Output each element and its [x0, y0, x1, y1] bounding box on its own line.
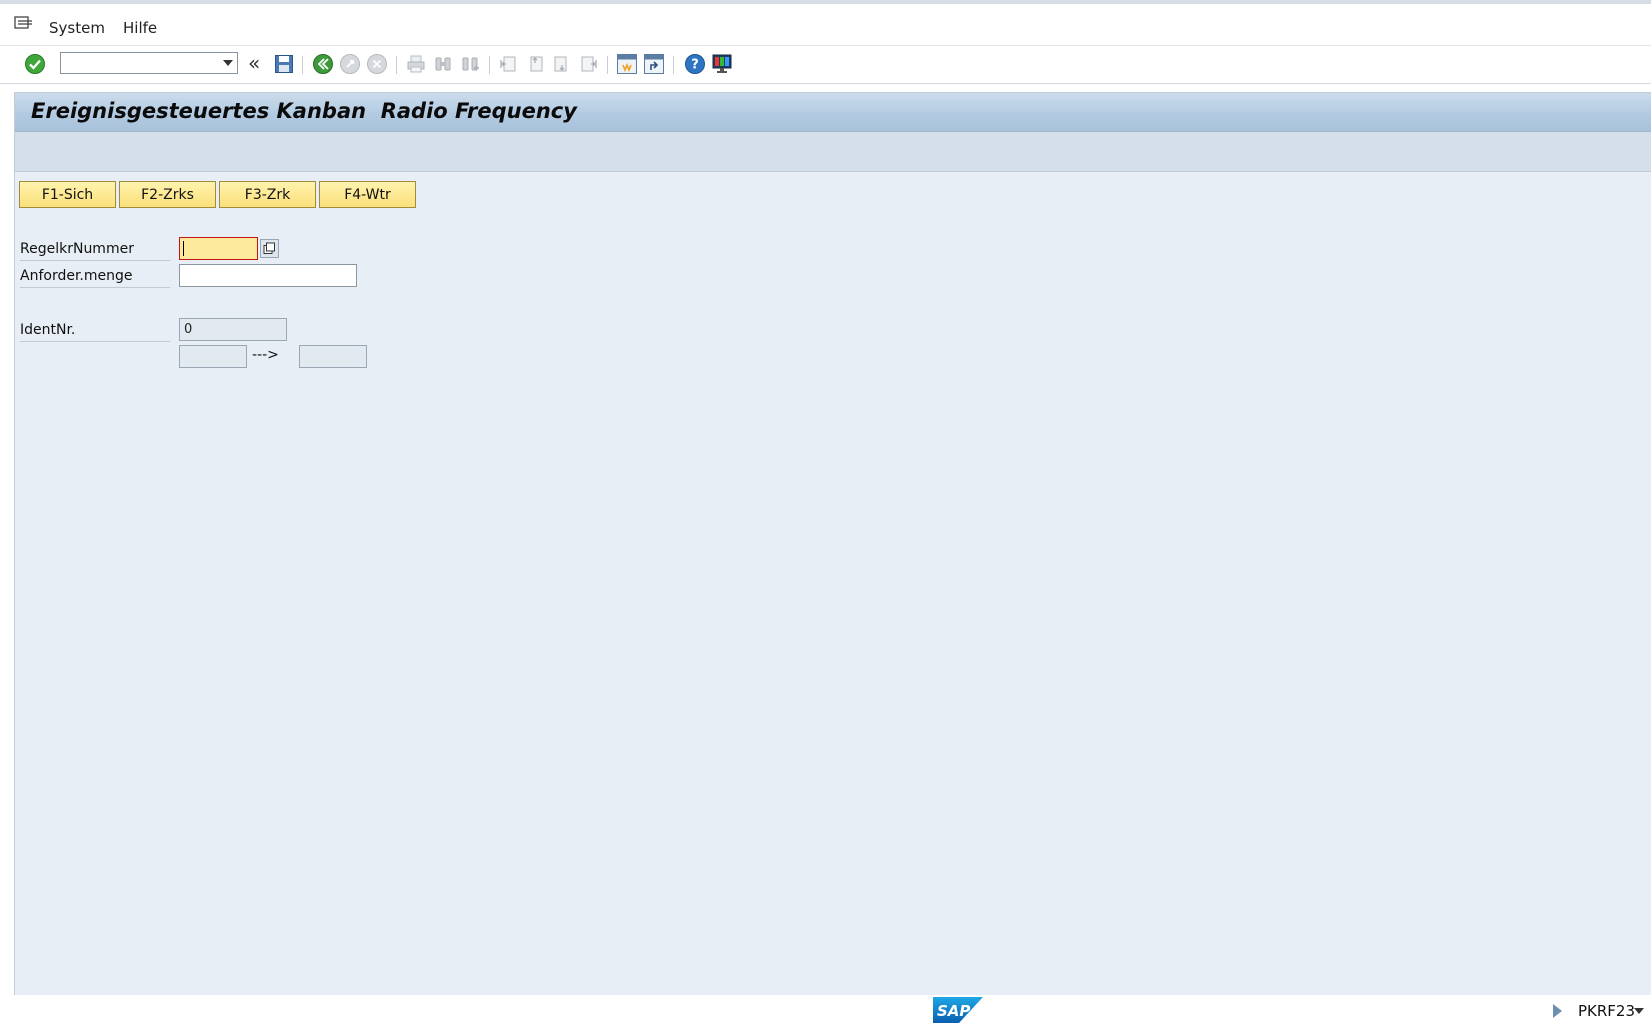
anforder-menge-label: Anforder.menge — [20, 264, 170, 288]
transaction-code: PKRF23 — [1578, 1002, 1636, 1020]
value-help-icon — [263, 242, 275, 254]
customize-layout-icon[interactable] — [710, 52, 734, 76]
chevron-down-icon[interactable] — [1634, 1008, 1644, 1014]
status-expand-icon[interactable] — [1553, 1004, 1562, 1018]
ident-nr-label: IdentNr. — [20, 318, 170, 342]
double-chevron-left-icon[interactable]: « — [248, 52, 260, 74]
anforder-menge-input[interactable] — [179, 264, 357, 287]
menu-bar: System Hilfe — [0, 4, 1651, 46]
toolbar-separator — [489, 56, 490, 74]
toolbar-separator — [607, 56, 608, 74]
previous-page-icon[interactable] — [523, 52, 547, 76]
print-icon[interactable] — [404, 52, 428, 76]
command-field[interactable] — [60, 52, 238, 74]
save-icon[interactable] — [272, 52, 296, 76]
command-field-input[interactable] — [64, 54, 218, 74]
svg-text:?: ? — [691, 58, 699, 73]
range-from-field — [179, 345, 247, 368]
f3-zrk-button[interactable]: F3-Zrk — [219, 181, 316, 208]
text-caret — [183, 241, 184, 256]
f4-wtr-button[interactable]: F4-Wtr — [319, 181, 416, 208]
f2-zrks-button[interactable]: F2-Zrks — [119, 181, 216, 208]
f1-sich-button[interactable]: F1-Sich — [19, 181, 116, 208]
chevron-down-icon[interactable] — [223, 60, 233, 66]
last-page-icon[interactable] — [577, 52, 601, 76]
toolbar-separator — [673, 56, 674, 74]
range-to-field — [299, 345, 367, 368]
menu-system[interactable]: System — [49, 19, 105, 37]
page-title: Ereignisgesteuertes Kanban Radio Frequen… — [31, 99, 577, 123]
first-page-icon[interactable] — [496, 52, 520, 76]
system-toolbar: « ? — [0, 46, 1651, 84]
next-page-icon[interactable] — [550, 52, 574, 76]
title-bar: Ereignisgesteuertes Kanban Radio Frequen… — [15, 93, 1651, 132]
cancel-icon[interactable] — [365, 52, 389, 76]
shortcut-icon[interactable] — [642, 52, 666, 76]
regelkreis-label: RegelkrNummer — [20, 237, 170, 261]
ident-nr-field: 0 — [179, 318, 287, 341]
menu-hilfe[interactable]: Hilfe — [123, 19, 157, 37]
find-icon[interactable] — [431, 52, 455, 76]
new-session-icon[interactable] — [615, 52, 639, 76]
toolbar-separator — [302, 56, 303, 74]
work-area: Ereignisgesteuertes Kanban Radio Frequen… — [14, 92, 1651, 996]
back-icon[interactable] — [311, 52, 335, 76]
status-bar: SAP PKRF23 — [0, 995, 1651, 1029]
toolbar-separator — [396, 56, 397, 74]
application-toolbar — [15, 132, 1651, 172]
range-arrow: ---> — [252, 347, 279, 363]
value-help-button[interactable] — [260, 239, 279, 258]
menu-toggle-icon[interactable] — [14, 16, 34, 32]
enter-icon[interactable] — [23, 52, 47, 76]
exit-icon[interactable] — [338, 52, 362, 76]
find-next-icon[interactable] — [458, 52, 482, 76]
regelkreis-input[interactable] — [179, 237, 258, 260]
svg-text:SAP: SAP — [937, 1002, 970, 1020]
sap-logo: SAP — [933, 997, 983, 1023]
help-icon[interactable]: ? — [683, 52, 707, 76]
